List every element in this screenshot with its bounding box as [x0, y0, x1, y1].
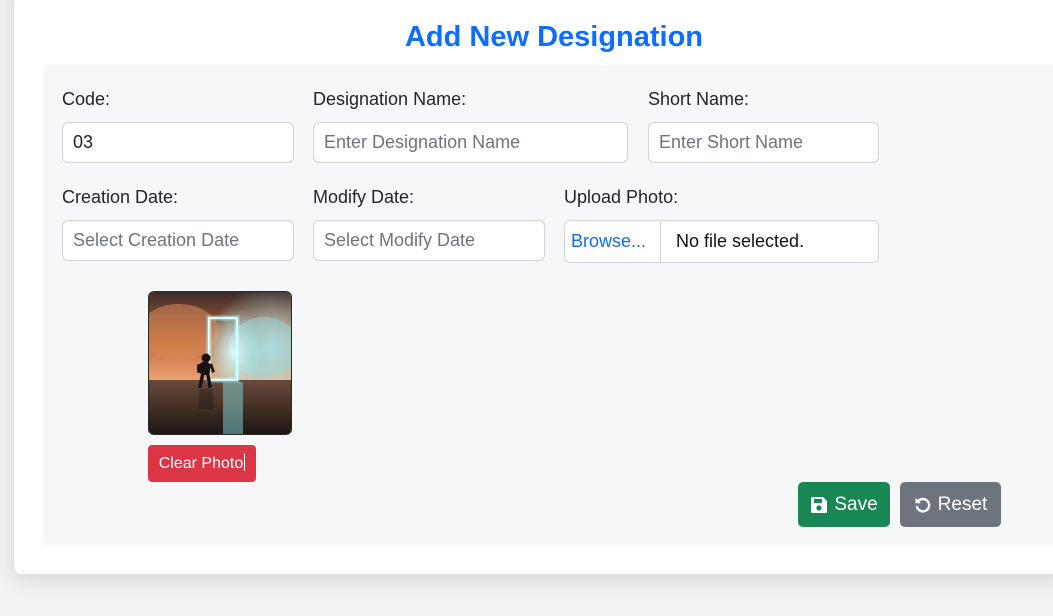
file-status: No file selected. — [676, 231, 805, 251]
code-field[interactable]: 03 — [62, 122, 294, 163]
creation-date-label: Creation Date: — [62, 187, 179, 207]
save-button[interactable]: Save — [798, 482, 890, 527]
short-name-label: Short Name: — [648, 89, 750, 109]
creation-date-field[interactable]: Select Creation Date — [62, 220, 294, 261]
modify-date-label: Modify Date: — [313, 187, 415, 207]
designation-name-label: Designation Name: — [313, 89, 467, 109]
reset-button[interactable]: Reset — [900, 482, 1001, 527]
modify-date-field[interactable]: Select Modify Date — [313, 220, 545, 261]
page-title: Add New Designation — [404, 21, 704, 53]
text-cursor — [244, 453, 246, 471]
reset-label: Reset — [937, 494, 988, 515]
clear-photo-label: Clear Photo — [158, 455, 244, 472]
counterclockwise-arrow-icon — [914, 496, 932, 514]
short-name-field[interactable]: Enter Short Name — [648, 122, 879, 163]
designation-name-field[interactable]: Enter Designation Name — [313, 122, 628, 163]
upload-photo-label: Upload Photo: — [564, 187, 679, 207]
save-label: Save — [834, 494, 878, 515]
upload-photo-field[interactable]: Browse... No file selected. — [564, 220, 879, 263]
clear-photo-button[interactable]: Clear Photo — [148, 445, 256, 482]
browse-button[interactable]: Browse... — [565, 221, 661, 262]
floppy-disk-icon — [810, 496, 828, 514]
code-label: Code: — [62, 89, 111, 109]
photo-preview — [148, 291, 292, 435]
